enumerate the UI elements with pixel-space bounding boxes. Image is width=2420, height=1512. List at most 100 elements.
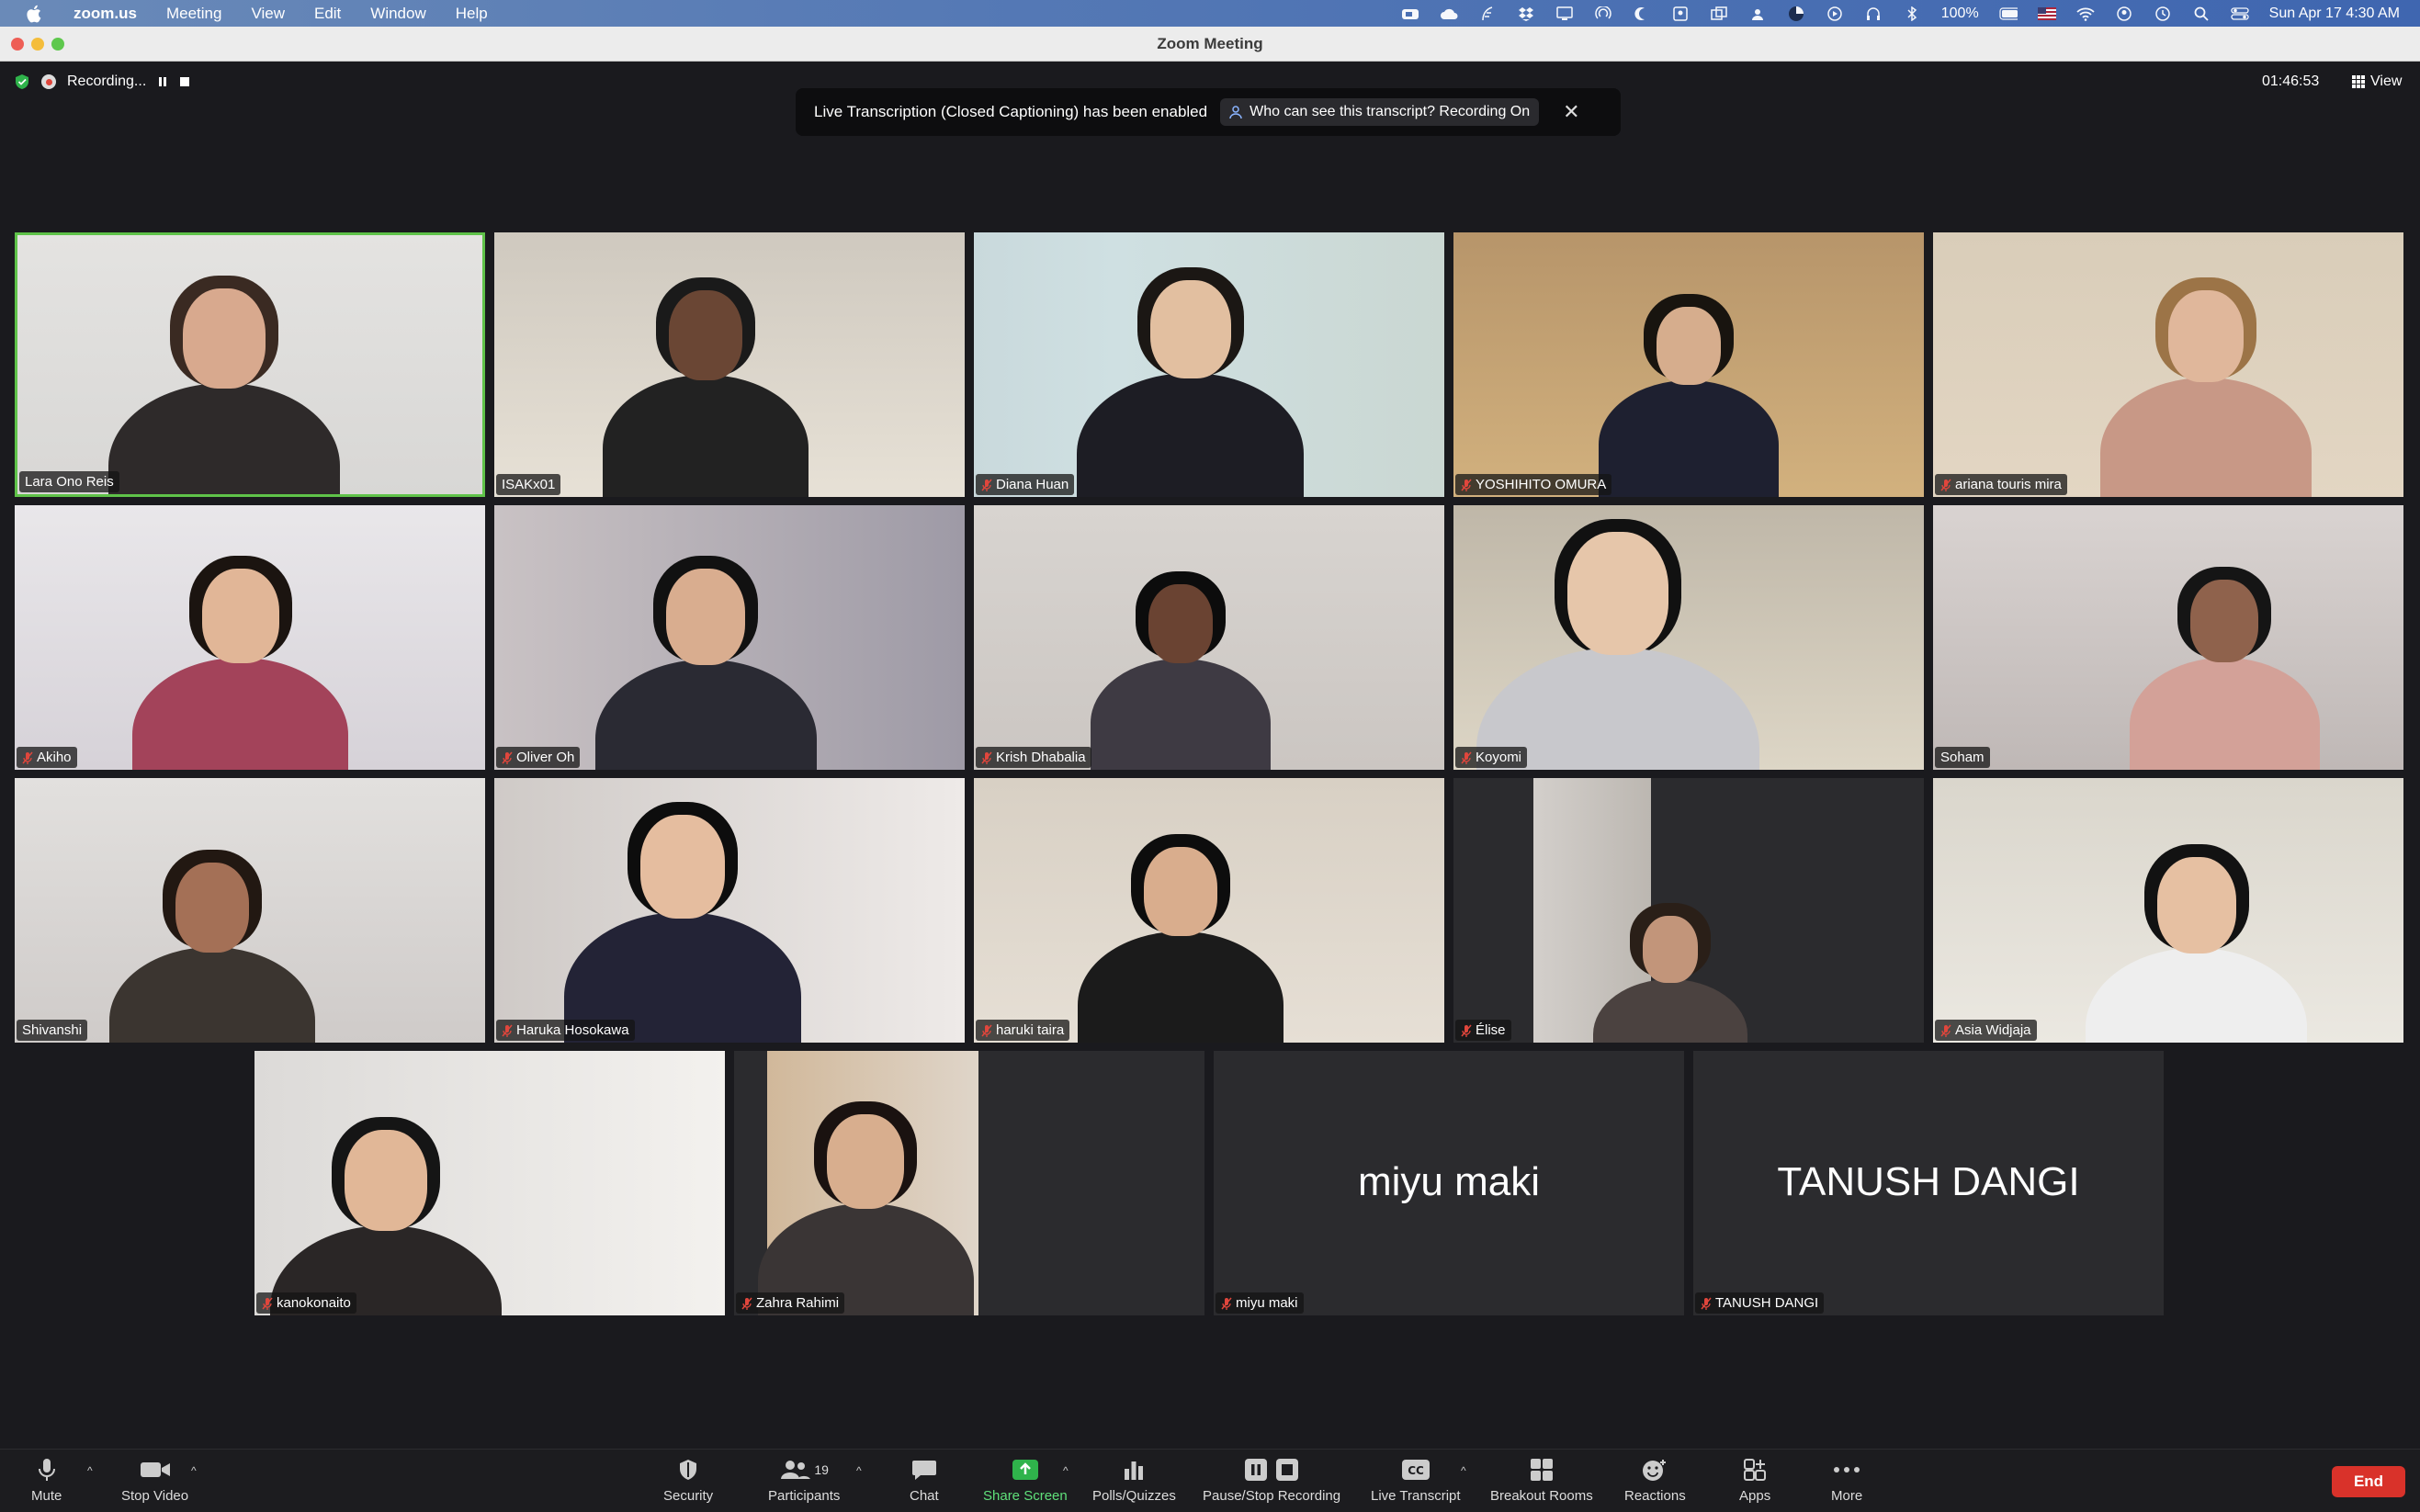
participant-tile[interactable]: miyu maki miyu maki bbox=[1214, 1051, 1684, 1315]
participant-tile[interactable]: Shivanshi bbox=[15, 778, 485, 1043]
video-options-chevron-icon[interactable]: ^ bbox=[191, 1464, 197, 1477]
participant-tile[interactable]: Haruka Hosokawa bbox=[494, 778, 965, 1043]
zoom-status-icon[interactable] bbox=[1401, 6, 1419, 21]
windows-icon[interactable] bbox=[1710, 6, 1728, 21]
muted-mic-icon bbox=[981, 1024, 992, 1037]
participant-tile[interactable]: Zahra Rahimi bbox=[734, 1051, 1204, 1315]
moon-icon[interactable] bbox=[1633, 6, 1651, 21]
cloud-icon[interactable] bbox=[1440, 6, 1458, 21]
participant-tile[interactable]: Koyomi bbox=[1453, 505, 1924, 770]
participant-name-tag: Lara Ono Reis bbox=[19, 471, 119, 492]
share-screen-label: Share Screen bbox=[983, 1488, 1068, 1504]
participant-face bbox=[1144, 846, 1218, 937]
participant-tile[interactable]: haruki taira bbox=[974, 778, 1444, 1043]
participant-tile[interactable]: Oliver Oh bbox=[494, 505, 965, 770]
control-center-icon[interactable] bbox=[2231, 6, 2249, 21]
muted-mic-icon bbox=[1461, 751, 1472, 764]
participant-tile[interactable]: kanokonaito bbox=[254, 1051, 725, 1315]
minimize-window-icon[interactable] bbox=[31, 38, 44, 51]
menu-app-name[interactable]: zoom.us bbox=[74, 5, 137, 23]
breakout-rooms-button[interactable]: Breakout Rooms bbox=[1490, 1457, 1593, 1504]
chat-button[interactable]: Chat bbox=[910, 1457, 939, 1504]
more-button[interactable]: More bbox=[1831, 1457, 1862, 1504]
apps-label: Apps bbox=[1739, 1488, 1771, 1504]
pause-recording-icon[interactable] bbox=[157, 76, 168, 87]
spotlight-search-icon[interactable] bbox=[2192, 6, 2211, 21]
view-button[interactable]: View bbox=[2352, 73, 2402, 90]
menubar-datetime[interactable]: Sun Apr 17 4:30 AM bbox=[2269, 6, 2400, 22]
encryption-shield-icon[interactable] bbox=[14, 73, 30, 90]
stop-video-button[interactable]: Stop Video bbox=[121, 1457, 188, 1504]
participant-tile[interactable]: Krish Dhabalia bbox=[974, 505, 1444, 770]
participant-display-name: miyu maki bbox=[1357, 1159, 1541, 1204]
participant-tile[interactable]: Élise bbox=[1453, 778, 1924, 1043]
menu-window[interactable]: Window bbox=[370, 5, 425, 23]
contacts-icon[interactable] bbox=[1671, 6, 1690, 21]
menu-meeting[interactable]: Meeting bbox=[166, 5, 221, 23]
participant-tile[interactable]: Lara Ono Reis bbox=[15, 232, 485, 497]
zoom-window-icon[interactable] bbox=[51, 38, 64, 51]
stop-recording-icon[interactable] bbox=[179, 76, 190, 87]
menu-view[interactable]: View bbox=[251, 5, 285, 23]
headphones-icon[interactable] bbox=[1864, 6, 1883, 21]
pie-icon[interactable] bbox=[1787, 6, 1805, 21]
participant-name-tag: Krish Dhabalia bbox=[976, 747, 1091, 768]
audio-options-chevron-icon[interactable]: ^ bbox=[87, 1464, 93, 1477]
participant-tile[interactable]: ariana touris mira bbox=[1933, 232, 2403, 497]
mute-button[interactable]: Mute bbox=[31, 1457, 62, 1504]
menu-edit[interactable]: Edit bbox=[314, 5, 341, 23]
live-transcript-button[interactable]: CC Live Transcript bbox=[1371, 1457, 1461, 1504]
transcript-options-chevron-icon[interactable]: ^ bbox=[1461, 1464, 1466, 1477]
participant-tile[interactable]: Akiho bbox=[15, 505, 485, 770]
play-icon[interactable] bbox=[1826, 6, 1844, 21]
participant-face bbox=[827, 1114, 905, 1209]
user-account-icon[interactable] bbox=[2115, 6, 2133, 21]
dropbox-icon[interactable] bbox=[1517, 6, 1535, 21]
participant-face bbox=[1657, 306, 1721, 386]
participants-icon bbox=[781, 1461, 811, 1479]
time-machine-icon[interactable] bbox=[2154, 6, 2172, 21]
participant-tile[interactable]: ISAKx01 bbox=[494, 232, 965, 497]
grid-view-icon bbox=[2352, 75, 2365, 88]
participant-name-tag: Élise bbox=[1455, 1020, 1511, 1041]
battery-icon[interactable] bbox=[1999, 6, 2018, 21]
participant-face bbox=[669, 290, 743, 380]
share-options-chevron-icon[interactable]: ^ bbox=[1063, 1464, 1069, 1477]
participants-button[interactable]: 19 Participants bbox=[768, 1457, 840, 1504]
zoom-app: zoom.us Meeting View Edit Window Help 10… bbox=[0, 0, 2420, 1512]
participants-options-chevron-icon[interactable]: ^ bbox=[856, 1464, 862, 1477]
menu-bar: zoom.us Meeting View Edit Window Help 10… bbox=[0, 0, 2420, 27]
apple-icon[interactable] bbox=[24, 4, 44, 24]
polls-button[interactable]: Polls/Quizzes bbox=[1092, 1457, 1176, 1504]
close-window-icon[interactable] bbox=[11, 38, 24, 51]
feather-icon[interactable] bbox=[1478, 6, 1497, 21]
end-meeting-button[interactable]: End bbox=[2332, 1466, 2405, 1497]
pause-stop-recording-button[interactable]: Pause/Stop Recording bbox=[1203, 1457, 1340, 1504]
share-screen-button[interactable]: Share Screen bbox=[983, 1457, 1068, 1504]
wifi-icon[interactable] bbox=[2076, 6, 2095, 21]
flag-us-icon[interactable] bbox=[2037, 6, 2056, 21]
apps-button[interactable]: Apps bbox=[1739, 1457, 1770, 1504]
banner-message: Live Transcription (Closed Captioning) h… bbox=[814, 103, 1208, 120]
bluetooth-icon[interactable] bbox=[1903, 6, 1921, 21]
airdrop-icon[interactable] bbox=[1594, 6, 1612, 21]
participant-name: Élise bbox=[1476, 1022, 1506, 1038]
muted-mic-icon bbox=[502, 751, 513, 764]
participant-name-tag: Koyomi bbox=[1455, 747, 1528, 768]
close-banner-icon[interactable]: ✕ bbox=[1563, 100, 1579, 124]
user-hat-icon[interactable] bbox=[1748, 6, 1767, 21]
microphone-icon bbox=[38, 1459, 55, 1481]
who-can-see-button[interactable]: Who can see this transcript? Recording O… bbox=[1220, 98, 1540, 126]
security-button[interactable]: Security bbox=[663, 1457, 713, 1504]
participant-tile[interactable]: Diana Huan bbox=[974, 232, 1444, 497]
participant-tile[interactable]: TANUSH DANGI TANUSH DANGI bbox=[1693, 1051, 2164, 1315]
live-transcript-label: Live Transcript bbox=[1371, 1488, 1461, 1504]
participant-tile[interactable]: Asia Widjaja bbox=[1933, 778, 2403, 1043]
participant-tile[interactable]: Soham bbox=[1933, 505, 2403, 770]
menu-help[interactable]: Help bbox=[456, 5, 488, 23]
participant-tile[interactable]: YOSHIHITO OMURA bbox=[1453, 232, 1924, 497]
reactions-button[interactable]: Reactions bbox=[1624, 1457, 1686, 1504]
display-icon[interactable] bbox=[1555, 6, 1574, 21]
mute-label: Mute bbox=[31, 1488, 62, 1504]
muted-mic-icon bbox=[1221, 1297, 1232, 1310]
